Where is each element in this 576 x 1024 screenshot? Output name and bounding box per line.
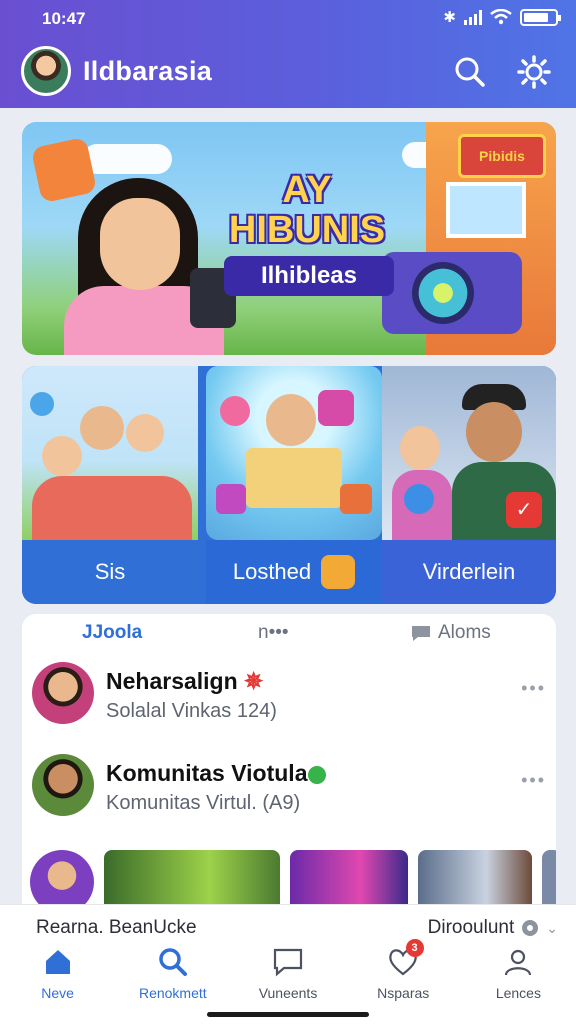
chevron-down-icon: ⌄ [546, 919, 558, 936]
nav-messages[interactable]: Vuneents [230, 945, 345, 1011]
nav-search-label: Renokmett [138, 985, 207, 1001]
play-badge-icon [321, 555, 356, 589]
bottom-bar: Rearna. BeanUcke Dirooulunt ⌄ Neve Renok… [0, 904, 576, 1024]
nav-home[interactable]: Neve [0, 945, 115, 1011]
tab-third-label: Aloms [438, 622, 491, 643]
more-options-icon[interactable]: ••• [521, 770, 546, 791]
verified-icon [307, 765, 326, 784]
tab-first[interactable]: JJoola [82, 622, 142, 644]
hero-banner[interactable]: Pibidis AY HIBUNIS Ilhibleas [22, 122, 556, 355]
wifi-icon [490, 9, 512, 25]
settings-icon [522, 920, 539, 936]
item-title: Komunitas Viotula [106, 760, 326, 787]
hero-subtitle: Ilhibleas [224, 256, 394, 296]
strip-right[interactable]: Dirooulunt ⌄ [428, 917, 558, 939]
strip-right-text: Dirooulunt [427, 917, 515, 938]
app-header: 10:47 ✱ Ildbarasia [0, 0, 576, 108]
check-badge-icon: ✓ [506, 492, 542, 528]
kids-group-image [22, 366, 198, 540]
bottom-strip: Rearna. BeanUcke Dirooulunt ⌄ [0, 905, 576, 945]
cloud-decoration [82, 144, 172, 174]
tab-bar: JJoola n••• Aloms [22, 614, 556, 648]
bottom-navigation: Neve Renokmett Vuneents 3 Nsparas Lences [0, 939, 576, 1011]
bluetooth-icon: ✱ [443, 9, 456, 26]
signal-icon [464, 9, 482, 25]
person-icon [505, 949, 532, 976]
status-icons: ✱ [443, 8, 561, 26]
home-icon [45, 950, 70, 974]
category-card-2[interactable]: Losthed [206, 366, 382, 604]
status-bar: 10:47 ✱ [0, 0, 576, 36]
nav-profile[interactable]: Lences [461, 945, 576, 1011]
avatar [32, 754, 94, 816]
boy-reading-image [206, 366, 382, 540]
category-card-3[interactable]: ✓ Virderlein [382, 366, 556, 604]
more-options-icon[interactable]: ••• [521, 678, 546, 699]
home-indicator [207, 1012, 369, 1017]
man-and-girl-image: ✓ [382, 366, 556, 540]
tab-second[interactable]: n••• [258, 622, 289, 644]
avatar [32, 662, 94, 724]
gear-icon [517, 55, 551, 89]
nav-favorites-label: Nsparas [377, 985, 430, 1001]
tab-third[interactable]: Aloms [410, 622, 491, 644]
category-card-1[interactable]: Sis [22, 366, 198, 604]
item-subtitle: Solalal Vinkas 124) [106, 700, 277, 722]
strip-left-text[interactable]: Rearna. BeanUcke [36, 917, 197, 939]
notification-badge: 3 [405, 939, 424, 957]
category-label-2: Losthed [232, 559, 312, 584]
app-title: Ildbarasia [83, 56, 213, 86]
settings-button[interactable] [514, 52, 554, 92]
nav-messages-label: Vuneents [258, 985, 318, 1001]
item-title: Neharsalign ✵ [106, 668, 264, 694]
list-item[interactable]: Komunitas Viotula Komunitas Virtul. (A9)… [22, 754, 556, 842]
nav-home-label: Neve [41, 985, 74, 1001]
search-icon [455, 57, 485, 87]
feed-panel: JJoola n••• Aloms Neharsalign ✵ Solalal … [22, 614, 556, 914]
nav-search[interactable]: Renokmett [115, 945, 230, 1011]
nav-favorites[interactable]: 3 Nsparas [346, 939, 461, 1011]
star-icon: ✵ [244, 668, 264, 694]
search-icon [159, 948, 187, 976]
hero-sign: Pibidis [458, 134, 546, 178]
category-label-1: Sis [94, 559, 126, 584]
comment-icon [412, 626, 430, 641]
chat-icon [273, 948, 303, 977]
item-subtitle: Komunitas Virtul. (A9) [106, 792, 301, 814]
nav-profile-label: Lences [495, 985, 541, 1001]
list-item[interactable]: Neharsalign ✵ Solalal Vinkas 124) ••• [22, 662, 556, 750]
search-button[interactable] [450, 52, 490, 92]
hero-title: AY HIBUNIS [228, 169, 386, 251]
category-label-3: Virderlein [422, 559, 516, 584]
category-cards: Sis Losthed ✓ Virderlein [22, 366, 556, 604]
status-time: 10:47 [42, 9, 86, 28]
battery-icon [520, 8, 561, 26]
user-avatar[interactable] [21, 46, 71, 96]
speaker-illustration [382, 252, 522, 334]
